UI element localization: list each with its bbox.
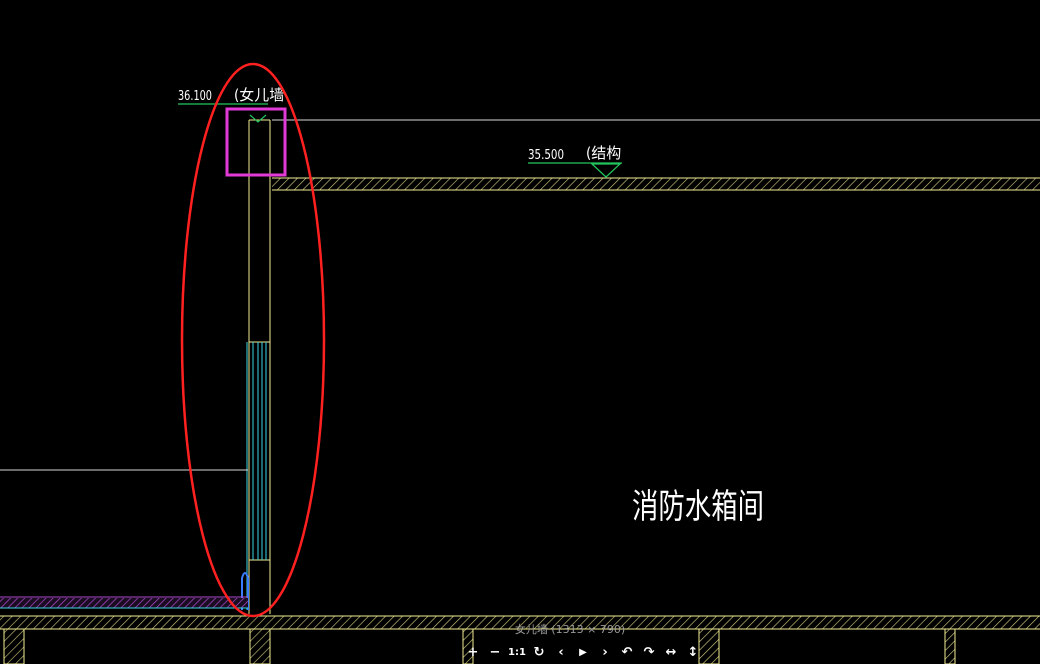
highlight-box [225,107,287,177]
room-label: 消防水箱间 [632,487,764,527]
refresh-icon[interactable]: ↻ [528,641,550,663]
roof-slab [272,177,1040,191]
image-caption: 女儿墙 (1313 × 790) [514,623,626,636]
image-viewer: 36.100 (女儿墙 35.500 (结构 消防水箱间 女儿墙 (1313 ×… [0,0,1040,664]
prev-icon[interactable]: ‹ [550,641,572,663]
roof-finish-left [0,596,248,609]
cad-section-drawing: 36.100 (女儿墙 35.500 (结构 消防水箱间 [0,62,1040,664]
next-icon[interactable]: › [594,641,616,663]
actual-size-button[interactable]: 1:1 [506,641,528,663]
window-glazing [246,342,267,610]
elevation-marker-parapet: 36.100 (女儿墙 [178,86,284,123]
parapet-wall [248,119,271,614]
rotate-right-icon[interactable]: ↷ [638,641,660,663]
rotate-left-icon[interactable]: ↶ [616,641,638,663]
flip-horizontal-icon[interactable]: ↔ [660,641,682,663]
zoom-in-button[interactable]: + [462,641,484,663]
zoom-out-button[interactable]: − [484,641,506,663]
elevation-marker-structure: 35.500 (结构 [528,144,622,178]
elevation-label-parapet: (女儿墙 [234,86,284,104]
play-icon[interactable]: ▶ [572,641,594,663]
elevation-value-structure: 35.500 [528,148,564,163]
elevation-value-parapet: 36.100 [178,89,212,104]
viewer-toolbar: + − 1:1 ↻ ‹ ▶ › ↶ ↷ ↔ ↕ [462,641,704,663]
flip-vertical-icon[interactable]: ↕ [682,641,704,663]
elevation-label-structure: (结构 [586,144,621,162]
